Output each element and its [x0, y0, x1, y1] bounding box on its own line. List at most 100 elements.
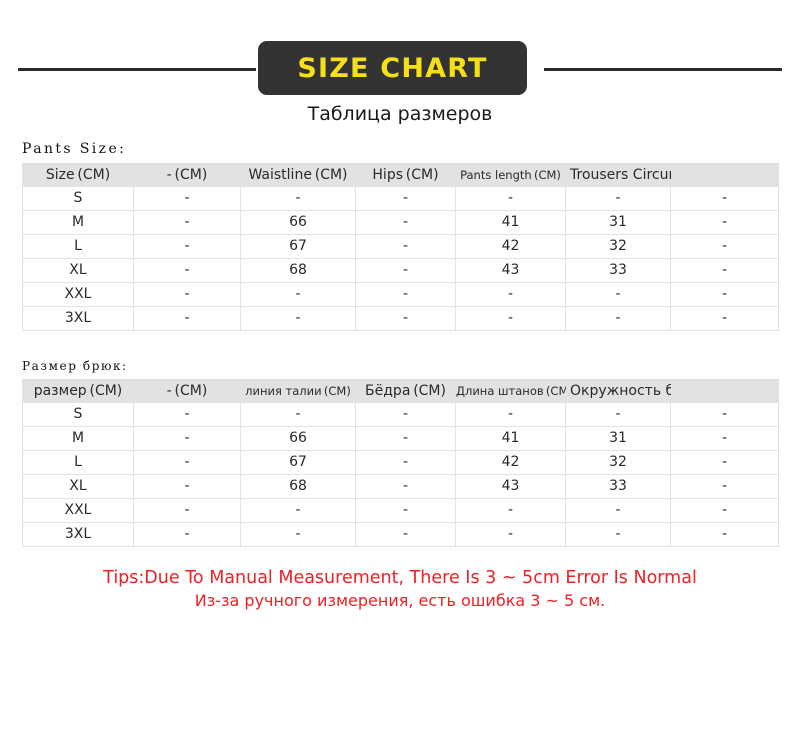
cell-blank: -: [670, 402, 779, 427]
cell-hips: -: [355, 186, 456, 211]
cell-blank: -: [670, 426, 779, 451]
cell-blank: -: [670, 450, 779, 475]
column-header-size: размер (СМ): [22, 379, 134, 403]
table-row: XL - 68 - 43 33 -: [22, 258, 779, 283]
cell-pants-length: -: [455, 186, 566, 211]
cell-blank: -: [670, 210, 779, 235]
cell-waistline: -: [240, 402, 356, 427]
cell-size: S: [22, 402, 134, 427]
cell-size: XXL: [22, 282, 134, 307]
column-header-blank: [670, 379, 779, 403]
cell-pants-length: -: [455, 522, 566, 547]
cell-pants-length: 43: [455, 474, 566, 499]
table-row: XXL - - - - - -: [22, 498, 779, 523]
cell-trousers-circumference: 33: [565, 474, 671, 499]
column-header-pants-length: Pants length (CM): [455, 163, 566, 187]
cell-trousers-circumference: -: [565, 282, 671, 307]
cell-size: XXL: [22, 498, 134, 523]
measurement-tips-en: Tips:Due To Manual Measurement, There Is…: [103, 568, 697, 588]
cell-dash: -: [133, 498, 241, 523]
cell-dash: -: [133, 402, 241, 427]
column-header-waistline: Waistline (CM): [240, 163, 356, 187]
pants-size-table-ru: размер (СМ) - (СМ) линия талии (СМ) Бёдр…: [22, 379, 779, 547]
cell-hips: -: [355, 450, 456, 475]
cell-pants-length: 41: [455, 210, 566, 235]
cell-trousers-circumference: -: [565, 522, 671, 547]
cell-size: 3XL: [22, 522, 134, 547]
pants-size-table-en-body: S - - - - - - M - 66 - 41 31 - L - 67 - …: [22, 186, 779, 331]
column-header-size: Size (CM): [22, 163, 134, 187]
column-header-trousers-circumference: Окружность брюк (СМ): [565, 379, 739, 403]
cell-hips: -: [355, 498, 456, 523]
cell-blank: -: [670, 186, 779, 211]
cell-size: XL: [22, 474, 134, 499]
cell-trousers-circumference: -: [565, 186, 671, 211]
table-row: S - - - - - -: [22, 186, 779, 211]
table-header-row: Size (CM) - (CM) Waistline (CM) Hips (CM…: [22, 163, 779, 187]
table-row: XL - 68 - 43 33 -: [22, 474, 779, 499]
cell-waistline: 68: [240, 258, 356, 283]
cell-dash: -: [133, 210, 241, 235]
table-header-row: размер (СМ) - (СМ) линия талии (СМ) Бёдр…: [22, 379, 779, 403]
cell-size: S: [22, 186, 134, 211]
table-row: 3XL - - - - - -: [22, 522, 779, 547]
size-chart-banner: SIZE CHART Таблица размеров: [0, 41, 800, 141]
cell-trousers-circumference: 31: [565, 210, 671, 235]
cell-blank: -: [670, 234, 779, 259]
cell-trousers-circumference: -: [565, 306, 671, 331]
cell-waistline: 67: [240, 234, 356, 259]
cell-waistline: -: [240, 186, 356, 211]
cell-waistline: 66: [240, 426, 356, 451]
cell-size: XL: [22, 258, 134, 283]
table-row: L - 67 - 42 32 -: [22, 234, 779, 259]
banner-rule-right: [544, 68, 782, 71]
pants-size-title: Pants Size:: [22, 141, 127, 157]
cell-blank: -: [670, 282, 779, 307]
cell-dash: -: [133, 522, 241, 547]
cell-dash: -: [133, 234, 241, 259]
cell-hips: -: [355, 402, 456, 427]
cell-trousers-circumference: -: [565, 402, 671, 427]
cell-size: M: [22, 426, 134, 451]
table-row: 3XL - - - - - -: [22, 306, 779, 331]
cell-pants-length: 42: [455, 234, 566, 259]
cell-hips: -: [355, 306, 456, 331]
cell-dash: -: [133, 282, 241, 307]
cell-waistline: -: [240, 282, 356, 307]
cell-dash: -: [133, 426, 241, 451]
size-chart-subtitle: Таблица размеров: [307, 103, 493, 125]
cell-pants-length: -: [455, 402, 566, 427]
cell-pants-length: -: [455, 282, 566, 307]
cell-size: M: [22, 210, 134, 235]
cell-dash: -: [133, 306, 241, 331]
column-header-hips: Hips (CM): [355, 163, 456, 187]
measurement-tips-ru: Из-за ручного измерения, есть ошибка 3 ~…: [194, 591, 606, 611]
cell-hips: -: [355, 210, 456, 235]
cell-blank: -: [670, 498, 779, 523]
table-row: L - 67 - 42 32 -: [22, 450, 779, 475]
cell-pants-length: 42: [455, 450, 566, 475]
column-header-waistline: линия талии (СМ): [240, 379, 356, 403]
cell-hips: -: [355, 282, 456, 307]
cell-blank: -: [670, 258, 779, 283]
cell-waistline: -: [240, 498, 356, 523]
pants-size-table-en: Size (CM) - (CM) Waistline (CM) Hips (CM…: [22, 163, 779, 331]
cell-hips: -: [355, 426, 456, 451]
cell-waistline: 68: [240, 474, 356, 499]
table-row: M - 66 - 41 31 -: [22, 210, 779, 235]
cell-waistline: -: [240, 306, 356, 331]
cell-blank: -: [670, 474, 779, 499]
column-header-blank: [670, 163, 779, 187]
cell-trousers-circumference: 31: [565, 426, 671, 451]
cell-dash: -: [133, 474, 241, 499]
cell-dash: -: [133, 450, 241, 475]
cell-waistline: 66: [240, 210, 356, 235]
cell-hips: -: [355, 474, 456, 499]
cell-pants-length: 43: [455, 258, 566, 283]
measurement-tips: Tips:Due To Manual Measurement, There Is…: [0, 567, 800, 611]
cell-blank: -: [670, 522, 779, 547]
size-chart-badge: SIZE CHART: [258, 41, 527, 95]
pants-size-table-ru-body: S - - - - - - M - 66 - 41 31 - L - 67 - …: [22, 402, 779, 547]
table-gap: [0, 331, 800, 359]
cell-pants-length: 41: [455, 426, 566, 451]
